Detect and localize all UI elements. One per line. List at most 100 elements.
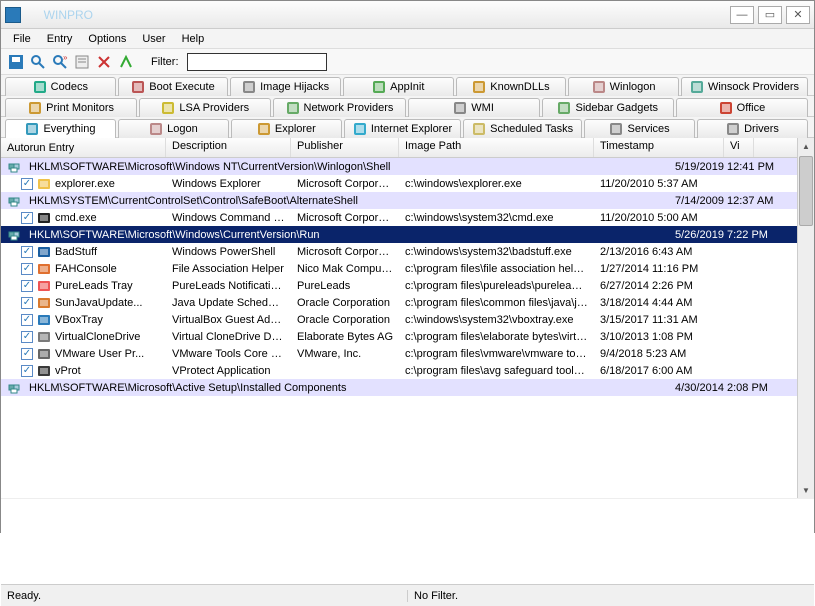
publisher: Elaborate Bytes AG [291,331,399,343]
scroll-thumb[interactable] [799,156,813,226]
codecs-icon [33,80,47,94]
toolbar: » Filter: [1,49,814,75]
menu-file[interactable]: File [5,31,39,47]
tab-print-monitors[interactable]: Print Monitors [5,98,137,117]
table-row[interactable]: VirtualCloneDriveVirtual CloneDrive Dae.… [1,328,797,345]
filter-label: Filter: [151,56,179,68]
table-row[interactable]: cmd.exeWindows Command Pro...Microsoft C… [1,209,797,226]
publisher: Microsoft Corporation [291,246,399,258]
table-row[interactable]: VBoxTrayVirtualBox Guest Additio...Oracl… [1,311,797,328]
tab-winsock-providers[interactable]: Winsock Providers [681,77,808,96]
column-image-path[interactable]: Image Path [399,138,594,157]
jump-icon[interactable] [117,53,135,71]
tab-boot-execute[interactable]: Boot Execute [118,77,229,96]
image-path: c:\program files\common files\java\ja... [399,297,594,309]
vbox-icon [37,313,51,327]
checkbox[interactable] [21,314,33,326]
tab-internet-explorer[interactable]: Internet Explorer [344,119,461,138]
registry-icon [7,381,21,395]
menu-options[interactable]: Options [80,31,134,47]
table-row[interactable]: BadStuffWindows PowerShellMicrosoft Corp… [1,243,797,260]
tab-image-hijacks[interactable]: Image Hijacks [230,77,341,96]
table-row[interactable]: SunJavaUpdate...Java Update SchedulerOra… [1,294,797,311]
description: VProtect Application [166,365,291,377]
services-icon [609,122,623,136]
column-vi[interactable]: Vi [724,138,754,157]
vertical-scrollbar[interactable]: ▲ ▼ [797,138,814,498]
table-row[interactable]: FAHConsoleFile Association HelperNico Ma… [1,260,797,277]
column-autorun-entry[interactable]: Autorun Entry [1,138,166,157]
minimize-button[interactable]: — [730,6,754,24]
publisher: Microsoft Corporation [291,212,399,224]
find-icon[interactable] [29,53,47,71]
appinit-icon [372,80,386,94]
timestamp: 5/19/2019 12:41 PM [669,161,797,173]
registry-header-row[interactable]: HKLM\SOFTWARE\Microsoft\Active Setup\Ins… [1,379,797,396]
checkbox[interactable] [21,178,33,190]
properties-icon[interactable] [73,53,91,71]
vcd-icon [37,330,51,344]
network-icon [286,101,300,115]
timestamp: 11/20/2010 5:37 AM [594,178,724,190]
tab-drivers[interactable]: Drivers [697,119,808,138]
registry-header-row[interactable]: HKLM\SOFTWARE\Microsoft\Windows\CurrentV… [1,226,797,243]
hijack-icon [242,80,256,94]
pl-icon [37,279,51,293]
checkbox[interactable] [21,348,33,360]
close-button[interactable]: ✕ [786,6,810,24]
checkbox[interactable] [21,331,33,343]
tab-explorer[interactable]: Explorer [231,119,342,138]
tab-knowndlls[interactable]: KnownDLLs [456,77,567,96]
tab-codecs[interactable]: Codecs [5,77,116,96]
table-row[interactable]: explorer.exeWindows ExplorerMicrosoft Co… [1,175,797,192]
scroll-down-icon[interactable]: ▼ [798,482,814,498]
registry-header-row[interactable]: HKLM\SYSTEM\CurrentControlSet\Control\Sa… [1,192,797,209]
tab-appinit[interactable]: AppInit [343,77,454,96]
checkbox[interactable] [21,365,33,377]
checkbox[interactable] [21,246,33,258]
details-pane [1,498,814,584]
lsa-icon [161,101,175,115]
menu-user[interactable]: User [134,31,173,47]
tab-lsa-providers[interactable]: LSA Providers [139,98,271,117]
checkbox[interactable] [21,297,33,309]
maximize-button[interactable]: ▭ [758,6,782,24]
column-description[interactable]: Description [166,138,291,157]
table-row[interactable]: vProtVProtect Applicationc:\program file… [1,362,797,379]
window-title: WINPRO [27,8,726,22]
table-row[interactable]: VMware User Pr...VMware Tools Core Ser..… [1,345,797,362]
description: VMware Tools Core Ser... [166,348,291,360]
checkbox[interactable] [21,263,33,275]
entry-name: PureLeads Tray [55,280,133,292]
entry-name: FAHConsole [55,263,117,275]
tab-office[interactable]: Office [676,98,808,117]
table-row[interactable]: PureLeads TrayPureLeads Notification I..… [1,277,797,294]
tab-winlogon[interactable]: Winlogon [568,77,679,96]
timestamp: 4/30/2014 2:08 PM [669,382,797,394]
tab-scheduled-tasks[interactable]: Scheduled Tasks [463,119,582,138]
table-scroll[interactable]: Autorun EntryDescriptionPublisherImage P… [1,138,797,498]
tab-sidebar-gadgets[interactable]: Sidebar Gadgets [542,98,674,117]
tab-network-providers[interactable]: Network Providers [273,98,405,117]
menu-entry[interactable]: Entry [39,31,81,47]
tab-logon[interactable]: Logon [118,119,229,138]
column-publisher[interactable]: Publisher [291,138,399,157]
column-timestamp[interactable]: Timestamp [594,138,724,157]
description: File Association Helper [166,263,291,275]
checkbox[interactable] [21,212,33,224]
filter-input[interactable] [187,53,327,71]
menu-help[interactable]: Help [174,31,213,47]
timestamp: 11/20/2010 5:00 AM [594,212,724,224]
registry-header-row[interactable]: HKLM\SOFTWARE\Microsoft\Windows NT\Curre… [1,158,797,175]
tab-everything[interactable]: Everything [5,119,116,138]
tab-services[interactable]: Services [584,119,695,138]
cmd-icon [37,211,51,225]
checkbox[interactable] [21,280,33,292]
print-icon [28,101,42,115]
tab-wmi[interactable]: WMI [408,98,540,117]
scroll-up-icon[interactable]: ▲ [798,138,814,154]
delete-icon[interactable] [95,53,113,71]
tasks-icon [472,122,486,136]
save-icon[interactable] [7,53,25,71]
find-next-icon[interactable]: » [51,53,69,71]
